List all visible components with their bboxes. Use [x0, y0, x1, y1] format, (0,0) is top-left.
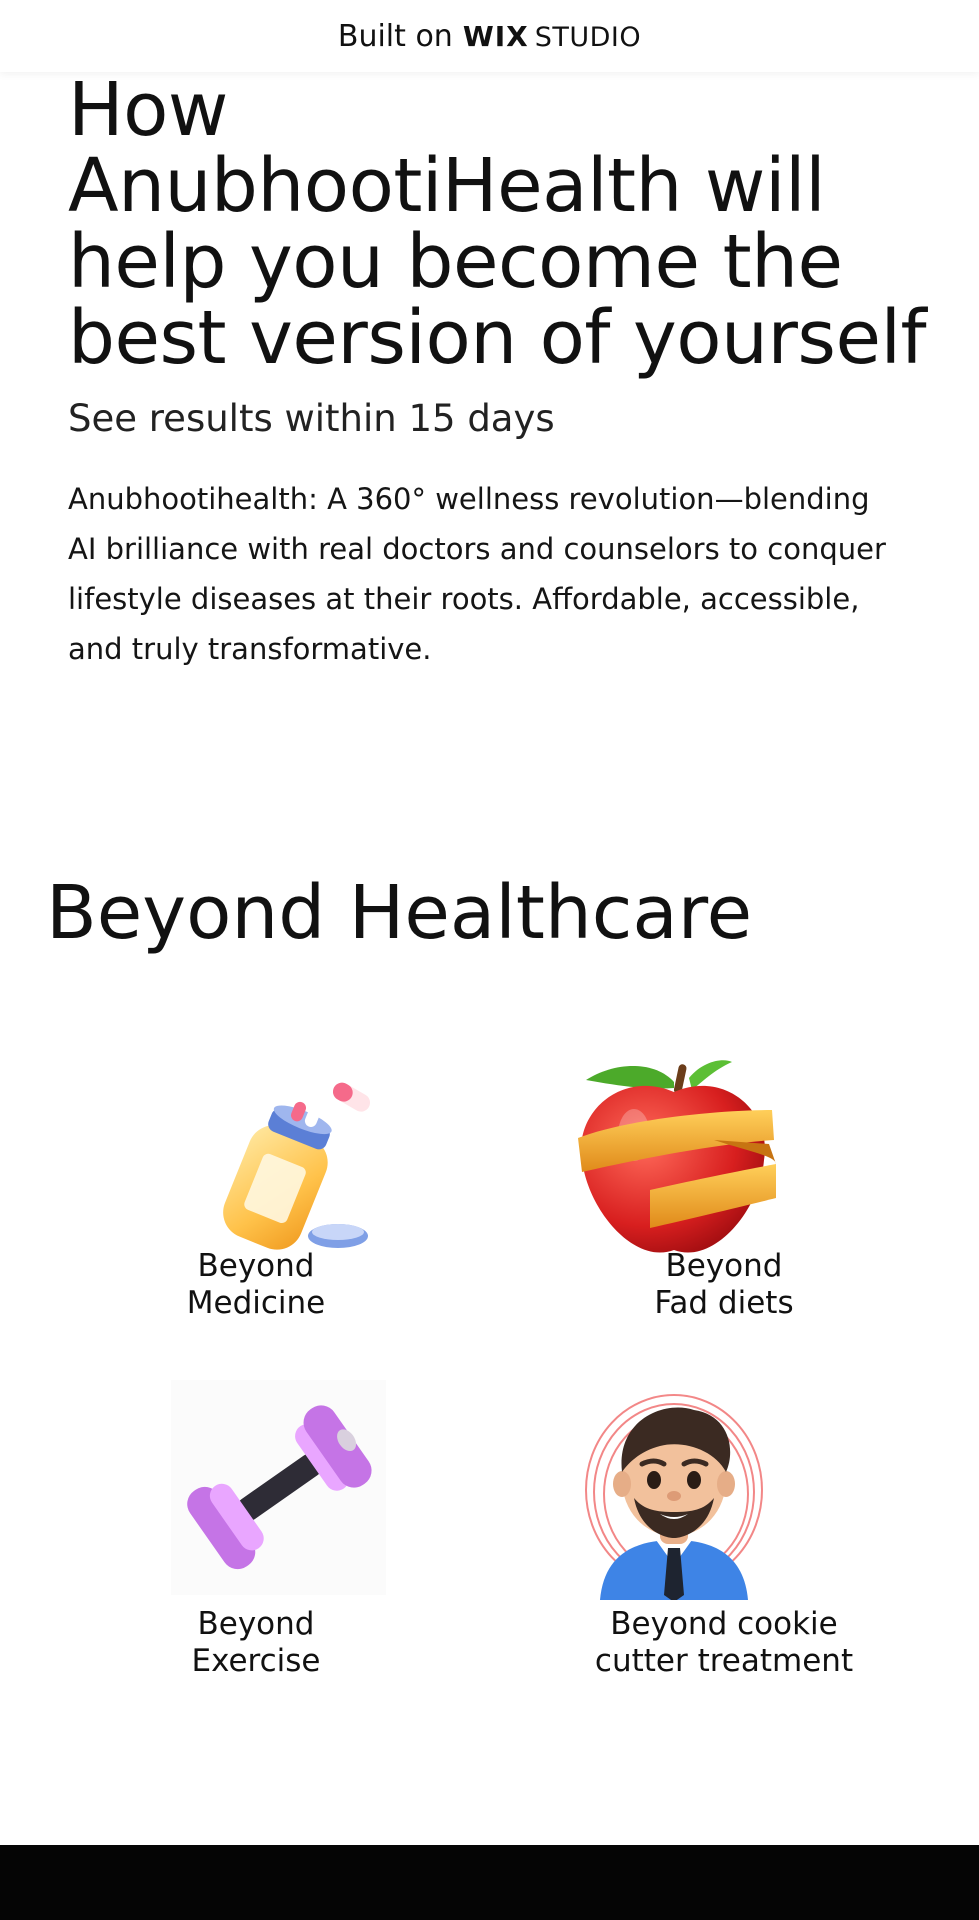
feature-label: Beyond Fad diets	[564, 1248, 884, 1322]
hero-description-line: Anubhootihealth: A 360° wellness revolut…	[68, 482, 870, 516]
feature-label-line: Exercise	[191, 1643, 321, 1679]
feature-label-line: Beyond	[665, 1248, 783, 1284]
hero-title-line: best version of yourself	[68, 295, 927, 381]
hero-title-line: help you become the	[68, 219, 843, 305]
wix-logo-text: WIX	[462, 19, 529, 53]
built-on-wix-banner[interactable]: Built on WIX STUDIO	[0, 0, 979, 72]
dumbbell-icon	[171, 1380, 386, 1595]
feature-label-line: cutter treatment	[594, 1643, 854, 1679]
hero-title: How AnubhootiHealth will help you become…	[68, 72, 958, 376]
banner-content: Built on WIX STUDIO	[338, 19, 641, 54]
studio-logo-text: STUDIO	[534, 21, 642, 53]
hero-title-line: AnubhootiHealth will	[68, 143, 826, 229]
feature-label-line: Beyond	[197, 1606, 315, 1642]
feature-beyond-fad-diets: Beyond Fad diets	[564, 1040, 884, 1330]
feature-label-line: Fad diets	[654, 1285, 794, 1321]
feature-label: Beyond Medicine	[96, 1248, 416, 1322]
hero-title-line: How	[68, 67, 228, 153]
feature-label-line: Medicine	[186, 1285, 326, 1321]
feature-label: Beyond cookie cutter treatment	[564, 1606, 884, 1680]
banner-prefix: Built on	[337, 18, 453, 54]
apple-measuring-tape-icon	[564, 1040, 784, 1270]
medicine-bottle-icon	[186, 1058, 386, 1258]
hero-description-line: and truly transformative.	[68, 632, 432, 666]
hero-subtitle: See results within 15 days	[68, 397, 555, 440]
feature-beyond-cookie-cutter-treatment: Beyond cookie cutter treatment	[564, 1380, 884, 1680]
footer-bar	[0, 1845, 979, 1920]
hero-description-line: lifestyle diseases at their roots. Affor…	[68, 582, 860, 616]
feature-beyond-medicine: Beyond Medicine	[96, 1040, 416, 1330]
feature-label: Beyond Exercise	[96, 1606, 416, 1680]
feature-label-line: Beyond	[197, 1248, 315, 1284]
hero-description-line: AI brilliance with real doctors and coun…	[68, 532, 886, 566]
hero-description: Anubhootihealth: A 360° wellness revolut…	[68, 474, 968, 674]
feature-beyond-exercise: Beyond Exercise	[96, 1380, 416, 1680]
section-title: Beyond Healthcare	[46, 870, 753, 956]
feature-label-line: Beyond cookie	[610, 1606, 838, 1642]
doctor-avatar-icon	[564, 1380, 784, 1602]
